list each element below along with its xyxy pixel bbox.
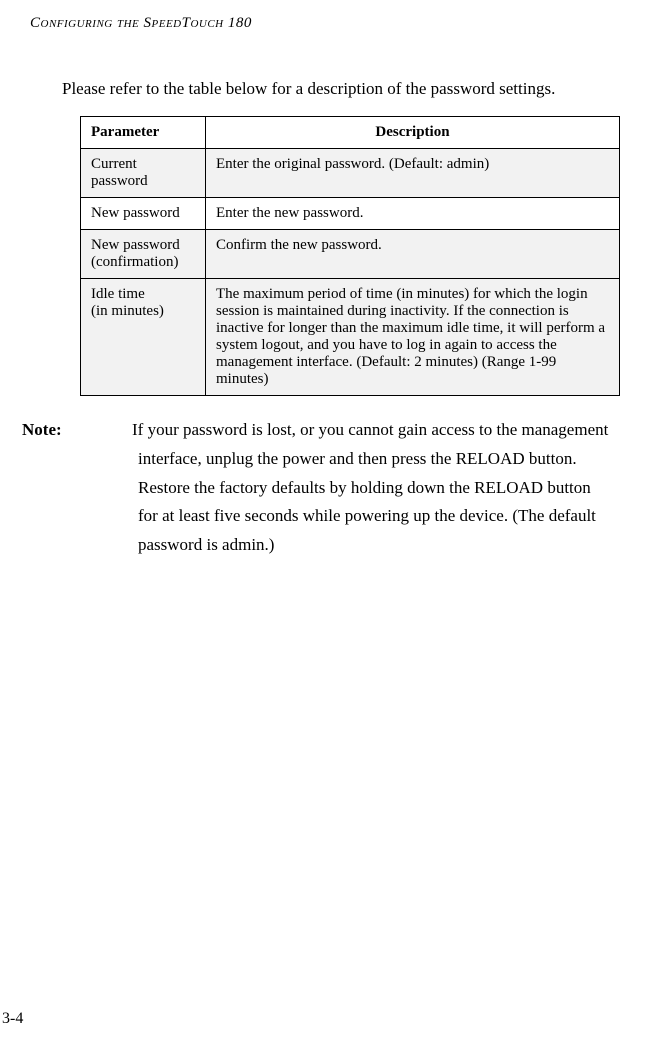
password-settings-table: Parameter Description Current passwordEn… bbox=[80, 116, 620, 396]
cell-parameter: New password (confirmation) bbox=[81, 229, 206, 278]
header-prefix: Configuring the SpeedTouch bbox=[30, 15, 224, 31]
cell-parameter: Current password bbox=[81, 148, 206, 197]
cell-description: Enter the original password. (Default: a… bbox=[206, 148, 620, 197]
cell-description: The maximum period of time (in minutes) … bbox=[206, 278, 620, 395]
page-number: 3-4 bbox=[2, 1010, 23, 1028]
header-number: 180 bbox=[228, 15, 252, 31]
table-row: New password (confirmation)Confirm the n… bbox=[81, 229, 620, 278]
note-label: Note: bbox=[80, 416, 132, 445]
cell-description: Confirm the new password. bbox=[206, 229, 620, 278]
cell-description: Enter the new password. bbox=[206, 197, 620, 229]
table-header-row: Parameter Description bbox=[81, 116, 620, 148]
note-text: If your password is lost, or you cannot … bbox=[132, 420, 608, 555]
cell-parameter: New password bbox=[81, 197, 206, 229]
page-header: Configuring the SpeedTouch 180 bbox=[30, 15, 621, 32]
cell-parameter: Idle time (in minutes) bbox=[81, 278, 206, 395]
table-row: Idle time (in minutes)The maximum period… bbox=[81, 278, 620, 395]
note-section: Note:If your password is lost, or you ca… bbox=[80, 416, 611, 560]
table-row: Current passwordEnter the original passw… bbox=[81, 148, 620, 197]
table-row: New passwordEnter the new password. bbox=[81, 197, 620, 229]
intro-text: Please refer to the table below for a de… bbox=[62, 77, 621, 101]
header-parameter: Parameter bbox=[81, 116, 206, 148]
header-description: Description bbox=[206, 116, 620, 148]
